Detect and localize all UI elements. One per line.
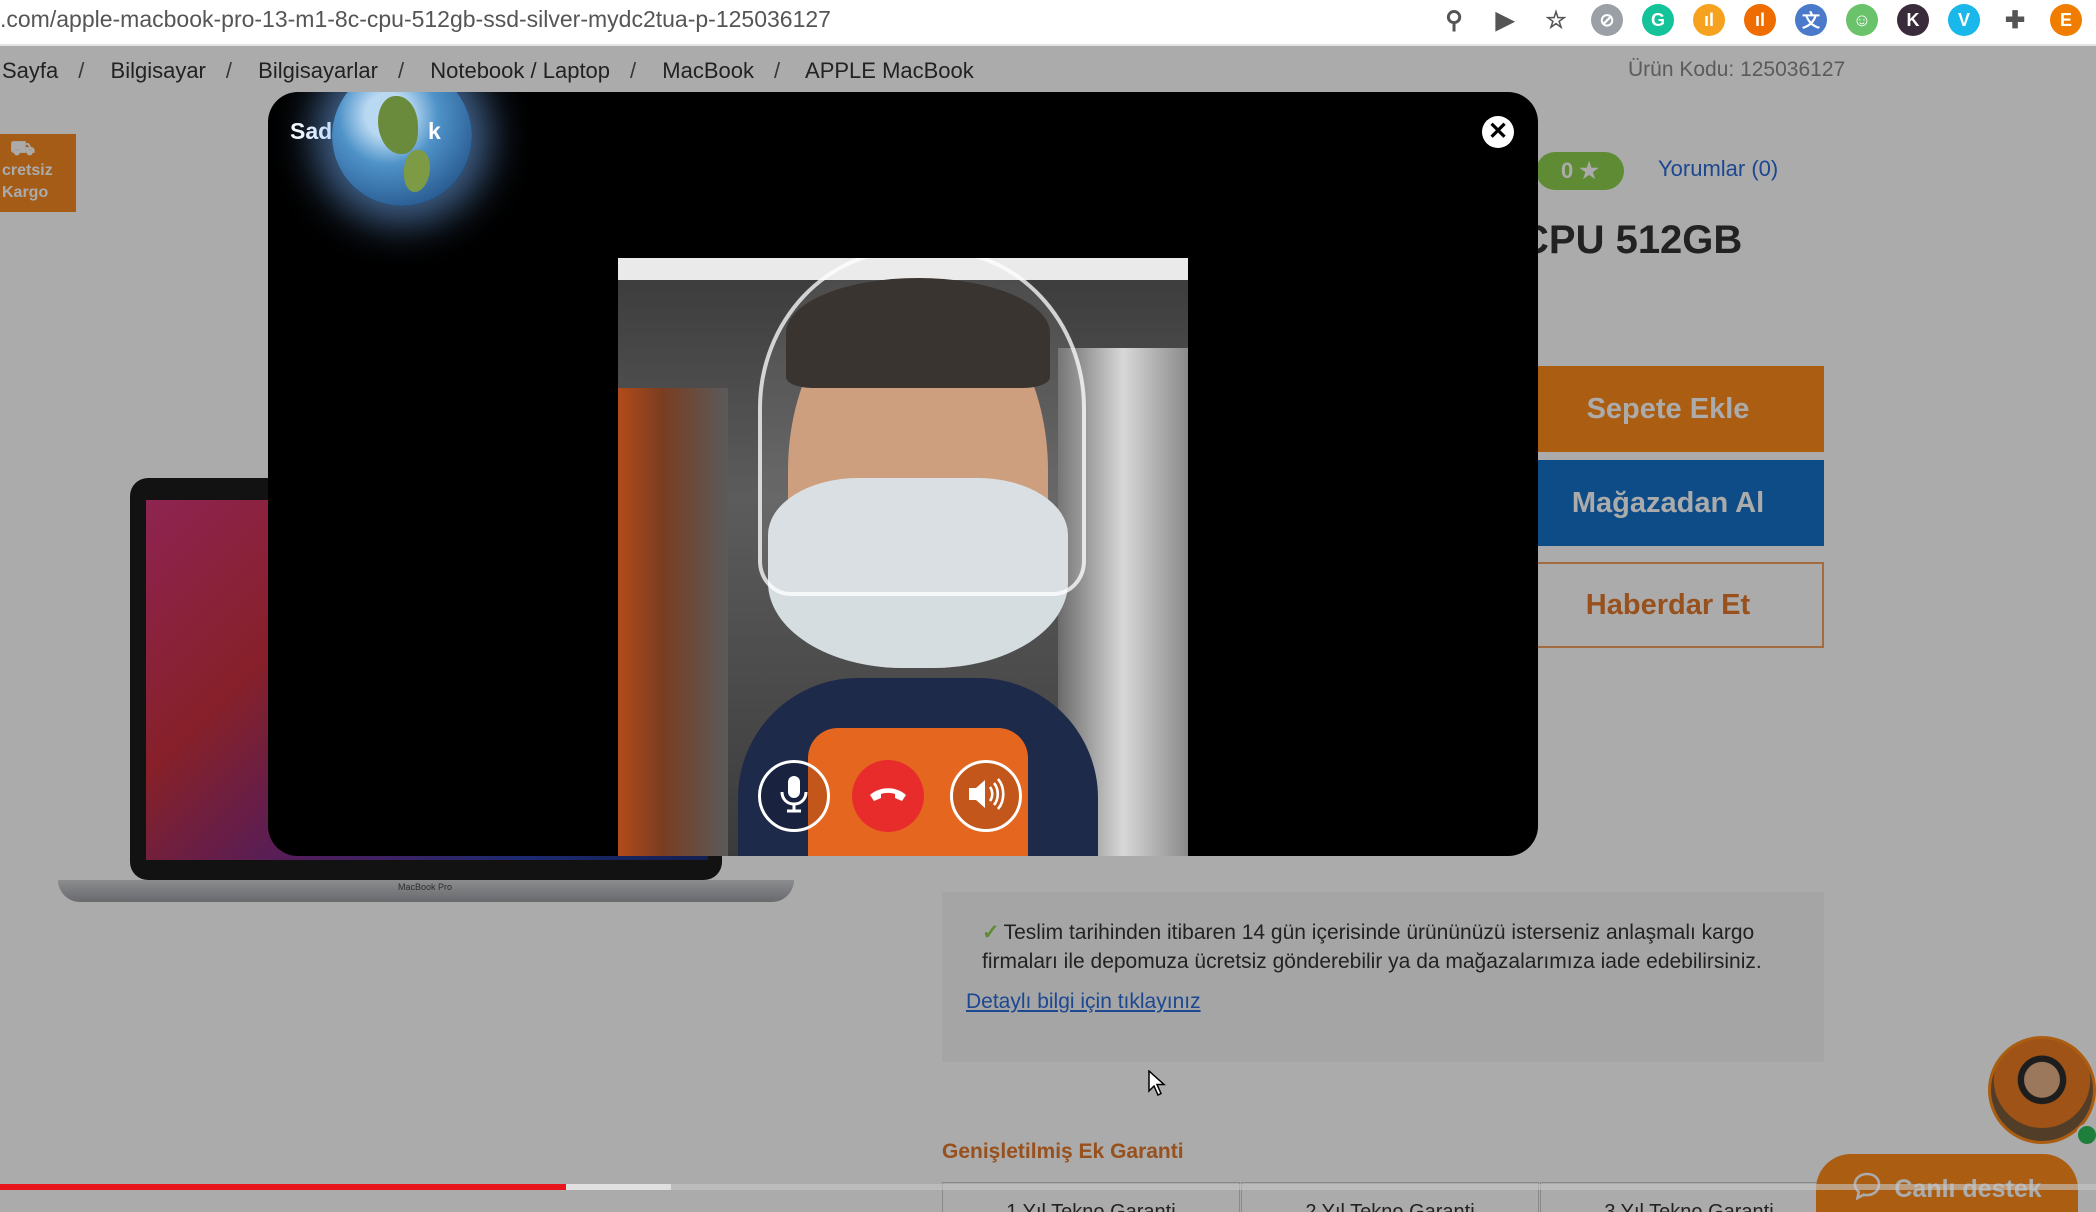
hang-up-button[interactable] bbox=[852, 760, 924, 832]
browser-address-bar: .com/apple-macbook-pro-13-m1-8c-cpu-512g… bbox=[0, 0, 2096, 46]
video-progress-bar[interactable] bbox=[0, 1184, 2096, 1190]
robot-extension-icon[interactable]: ☺ bbox=[1846, 4, 1878, 36]
microphone-icon bbox=[777, 774, 811, 819]
speaker-button[interactable] bbox=[950, 760, 1022, 832]
url-text[interactable]: .com/apple-macbook-pro-13-m1-8c-cpu-512g… bbox=[0, 6, 831, 33]
k-extension-icon[interactable]: K bbox=[1897, 4, 1929, 36]
extension-slash-icon[interactable]: ⊘ bbox=[1591, 4, 1623, 36]
chart-extension-2-icon[interactable]: ıl bbox=[1744, 4, 1776, 36]
phone-hangup-icon bbox=[868, 783, 908, 810]
location-pin-icon[interactable]: ⚲ bbox=[1438, 4, 1470, 36]
video-call-title-end: k bbox=[428, 118, 441, 144]
speaker-icon bbox=[966, 776, 1006, 817]
video-call-modal: Sad k ✕ bbox=[268, 92, 1538, 856]
close-icon[interactable]: ✕ bbox=[1482, 116, 1514, 148]
extension-toolbar: ⚲ ▶ ☆ ⊘ Gıl ıl 文 ☺ K V ✚ E bbox=[1438, 4, 2082, 36]
microphone-button[interactable] bbox=[758, 760, 830, 832]
profile-avatar-icon[interactable]: E bbox=[2050, 4, 2082, 36]
grammarly-icon[interactable]: G bbox=[1642, 4, 1674, 36]
vimeo-icon[interactable]: V bbox=[1948, 4, 1980, 36]
globe-icon bbox=[332, 92, 472, 206]
puzzle-extensions-icon[interactable]: ✚ bbox=[1999, 4, 2031, 36]
video-played-fill bbox=[0, 1184, 566, 1190]
camera-icon[interactable]: ▶ bbox=[1489, 4, 1521, 36]
bookmark-star-icon[interactable]: ☆ bbox=[1540, 4, 1572, 36]
video-call-title-start: Sad bbox=[290, 118, 333, 144]
video-call-title: Sad bbox=[290, 118, 332, 145]
chart-extension-icon[interactable]: ıl bbox=[1693, 4, 1725, 36]
translate-icon[interactable]: 文 bbox=[1795, 4, 1827, 36]
